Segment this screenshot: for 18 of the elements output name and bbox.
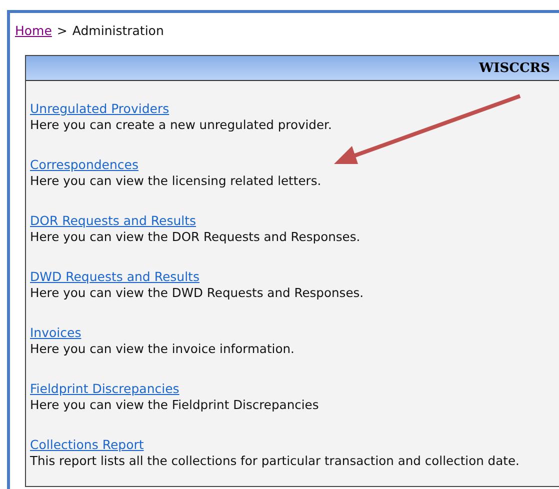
admin-link[interactable]: Fieldprint Discrepancies [30,381,180,397]
link-description: Here you can view the DOR Requests and Responses. [30,229,360,246]
admin-link[interactable]: Unregulated Providers [30,101,170,117]
breadcrumb-separator: > [56,22,68,38]
link-description: Here you can view the licensing related letters. [30,173,322,190]
panel-title: WISCCRS [479,60,550,76]
link-description: Here you can create a new unregulated provider. [30,117,332,134]
admin-link[interactable]: Collections Report [30,437,144,453]
home-link[interactable]: Home [15,22,52,38]
link-description: This report lists all the collections for particular transaction and collection date. [30,453,520,470]
admin-link[interactable]: DWD Requests and Results [30,269,200,285]
link-description: Here you can view the DWD Requests and Responses. [30,285,364,302]
link-description: Here you can view the Fieldprint Discrepancies [30,397,319,414]
admin-link[interactable]: DOR Requests and Results [30,213,196,229]
admin-link[interactable]: Invoices [30,325,82,341]
link-description: Here you can view the invoice information. [30,341,294,358]
admin-link[interactable]: Correspondences [30,157,138,173]
breadcrumb-current: Administration [72,22,164,38]
